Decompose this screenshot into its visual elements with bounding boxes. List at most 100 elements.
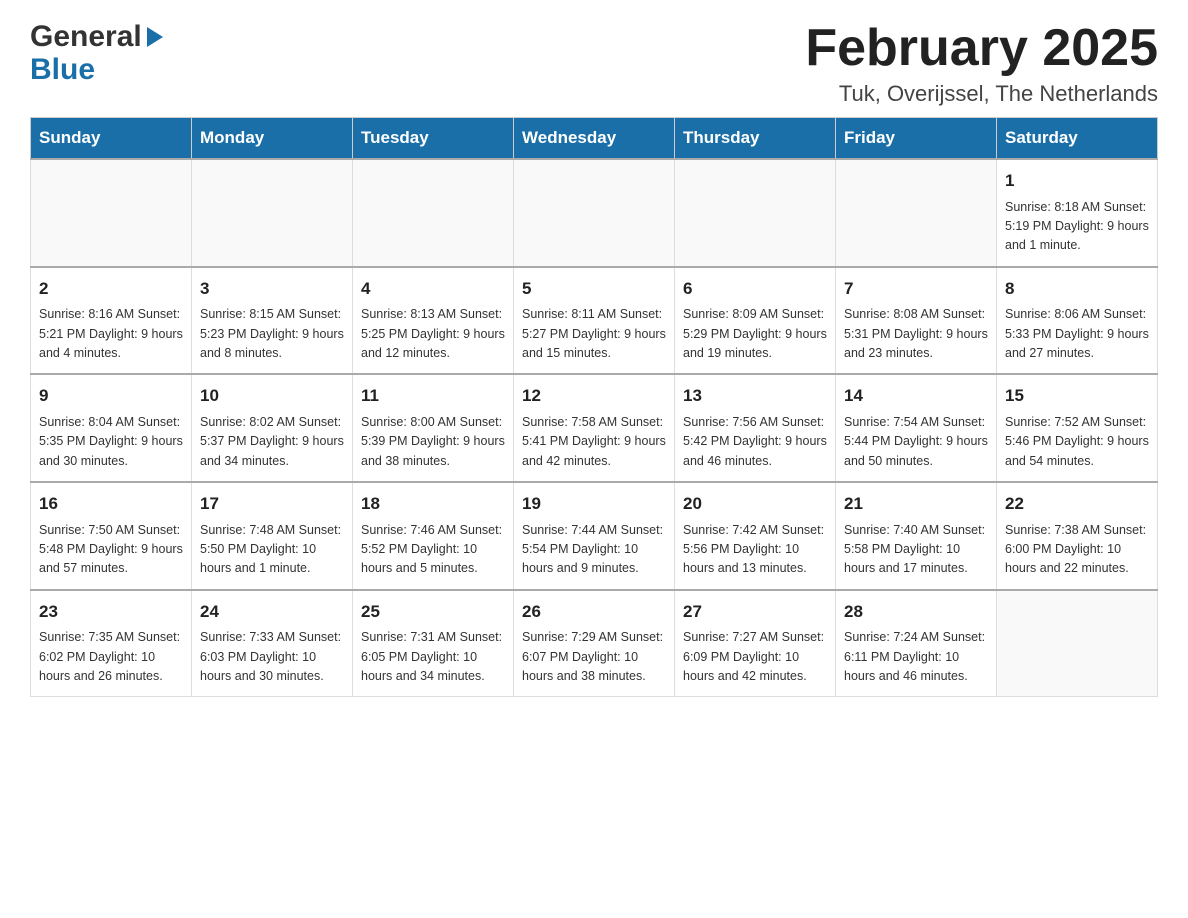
day-info: Sunrise: 8:00 AM Sunset: 5:39 PM Dayligh… (361, 413, 505, 471)
day-number: 25 (361, 599, 505, 625)
calendar-cell: 10 Sunrise: 8:02 AM Sunset: 5:37 PM Dayli… (192, 374, 353, 482)
column-header-tuesday: Tuesday (353, 118, 514, 160)
day-info: Sunrise: 8:15 AM Sunset: 5:23 PM Dayligh… (200, 305, 344, 363)
calendar-cell: 21 Sunrise: 7:40 AM Sunset: 5:58 PM Dayli… (836, 482, 997, 590)
day-info: Sunrise: 7:24 AM Sunset: 6:11 PM Dayligh… (844, 628, 988, 686)
calendar-cell: 3 Sunrise: 8:15 AM Sunset: 5:23 PM Daylig… (192, 267, 353, 375)
page-header: General Blue February 2025 Tuk, Overijss… (30, 20, 1158, 107)
day-number: 3 (200, 276, 344, 302)
day-number: 8 (1005, 276, 1149, 302)
calendar-week-row: 1Sunrise: 8:18 AM Sunset: 5:19 PM Daylig… (31, 159, 1158, 267)
subtitle: Tuk, Overijssel, The Netherlands (805, 81, 1158, 107)
logo: General Blue (30, 20, 163, 86)
calendar-cell: 25 Sunrise: 7:31 AM Sunset: 6:05 PM Dayli… (353, 590, 514, 697)
day-number: 16 (39, 491, 183, 517)
calendar-header-row: SundayMondayTuesdayWednesdayThursdayFrid… (31, 118, 1158, 160)
day-number: 24 (200, 599, 344, 625)
calendar-cell: 11 Sunrise: 8:00 AM Sunset: 5:39 PM Dayli… (353, 374, 514, 482)
day-info: Sunrise: 7:35 AM Sunset: 6:02 PM Dayligh… (39, 628, 183, 686)
day-info: Sunrise: 7:29 AM Sunset: 6:07 PM Dayligh… (522, 628, 666, 686)
day-number: 21 (844, 491, 988, 517)
day-number: 23 (39, 599, 183, 625)
calendar-cell: 22 Sunrise: 7:38 AM Sunset: 6:00 PM Dayli… (997, 482, 1158, 590)
day-number: 27 (683, 599, 827, 625)
calendar-cell: 7 Sunrise: 8:08 AM Sunset: 5:31 PM Daylig… (836, 267, 997, 375)
day-number: 26 (522, 599, 666, 625)
day-info: Sunrise: 8:13 AM Sunset: 5:25 PM Dayligh… (361, 305, 505, 363)
day-number: 2 (39, 276, 183, 302)
day-info: Sunrise: 8:09 AM Sunset: 5:29 PM Dayligh… (683, 305, 827, 363)
calendar-cell: 19 Sunrise: 7:44 AM Sunset: 5:54 PM Dayli… (514, 482, 675, 590)
calendar-cell: 1Sunrise: 8:18 AM Sunset: 5:19 PM Daylig… (997, 159, 1158, 267)
day-info: Sunrise: 8:02 AM Sunset: 5:37 PM Dayligh… (200, 413, 344, 471)
calendar-cell: 24Sunrise: 7:33 AM Sunset: 6:03 PM Dayli… (192, 590, 353, 697)
logo-general: General (30, 20, 163, 53)
calendar-cell: 4 Sunrise: 8:13 AM Sunset: 5:25 PM Daylig… (353, 267, 514, 375)
calendar-cell (997, 590, 1158, 697)
column-header-monday: Monday (192, 118, 353, 160)
day-number: 12 (522, 383, 666, 409)
day-number: 20 (683, 491, 827, 517)
day-number: 19 (522, 491, 666, 517)
calendar-cell: 15Sunrise: 7:52 AM Sunset: 5:46 PM Dayli… (997, 374, 1158, 482)
day-info: Sunrise: 7:44 AM Sunset: 5:54 PM Dayligh… (522, 521, 666, 579)
calendar-cell: 6 Sunrise: 8:09 AM Sunset: 5:29 PM Daylig… (675, 267, 836, 375)
calendar-week-row: 9 Sunrise: 8:04 AM Sunset: 5:35 PM Daylig… (31, 374, 1158, 482)
calendar-cell: 12 Sunrise: 7:58 AM Sunset: 5:41 PM Dayli… (514, 374, 675, 482)
day-number: 13 (683, 383, 827, 409)
calendar-cell: 18 Sunrise: 7:46 AM Sunset: 5:52 PM Dayli… (353, 482, 514, 590)
calendar-cell: 20 Sunrise: 7:42 AM Sunset: 5:56 PM Dayli… (675, 482, 836, 590)
day-info: Sunrise: 7:42 AM Sunset: 5:56 PM Dayligh… (683, 521, 827, 579)
day-info: Sunrise: 7:40 AM Sunset: 5:58 PM Dayligh… (844, 521, 988, 579)
calendar-cell (31, 159, 192, 267)
day-info: Sunrise: 8:06 AM Sunset: 5:33 PM Dayligh… (1005, 305, 1149, 363)
column-header-wednesday: Wednesday (514, 118, 675, 160)
calendar-table: SundayMondayTuesdayWednesdayThursdayFrid… (30, 117, 1158, 697)
day-number: 17 (200, 491, 344, 517)
calendar-cell: 28 Sunrise: 7:24 AM Sunset: 6:11 PM Dayli… (836, 590, 997, 697)
day-info: Sunrise: 7:56 AM Sunset: 5:42 PM Dayligh… (683, 413, 827, 471)
column-header-sunday: Sunday (31, 118, 192, 160)
calendar-cell: 9 Sunrise: 8:04 AM Sunset: 5:35 PM Daylig… (31, 374, 192, 482)
day-number: 14 (844, 383, 988, 409)
calendar-cell: 5Sunrise: 8:11 AM Sunset: 5:27 PM Daylig… (514, 267, 675, 375)
day-info: Sunrise: 7:38 AM Sunset: 6:00 PM Dayligh… (1005, 521, 1149, 579)
logo-arrow-icon (147, 27, 163, 47)
main-title: February 2025 (805, 20, 1158, 77)
day-info: Sunrise: 8:04 AM Sunset: 5:35 PM Dayligh… (39, 413, 183, 471)
day-info: Sunrise: 7:52 AM Sunset: 5:46 PM Dayligh… (1005, 413, 1149, 471)
calendar-cell (353, 159, 514, 267)
logo-blue-text: Blue (30, 53, 163, 86)
day-number: 7 (844, 276, 988, 302)
day-number: 4 (361, 276, 505, 302)
calendar-cell: 14Sunrise: 7:54 AM Sunset: 5:44 PM Dayli… (836, 374, 997, 482)
day-number: 5 (522, 276, 666, 302)
day-number: 22 (1005, 491, 1149, 517)
day-number: 9 (39, 383, 183, 409)
day-info: Sunrise: 8:16 AM Sunset: 5:21 PM Dayligh… (39, 305, 183, 363)
day-info: Sunrise: 7:58 AM Sunset: 5:41 PM Dayligh… (522, 413, 666, 471)
day-info: Sunrise: 8:08 AM Sunset: 5:31 PM Dayligh… (844, 305, 988, 363)
day-number: 10 (200, 383, 344, 409)
day-info: Sunrise: 7:50 AM Sunset: 5:48 PM Dayligh… (39, 521, 183, 579)
calendar-cell: 8 Sunrise: 8:06 AM Sunset: 5:33 PM Daylig… (997, 267, 1158, 375)
title-block: February 2025 Tuk, Overijssel, The Nethe… (805, 20, 1158, 107)
column-header-friday: Friday (836, 118, 997, 160)
day-number: 11 (361, 383, 505, 409)
day-info: Sunrise: 7:48 AM Sunset: 5:50 PM Dayligh… (200, 521, 344, 579)
calendar-cell (675, 159, 836, 267)
day-number: 18 (361, 491, 505, 517)
day-info: Sunrise: 7:46 AM Sunset: 5:52 PM Dayligh… (361, 521, 505, 579)
day-number: 28 (844, 599, 988, 625)
logo-general-text: General (30, 20, 142, 53)
calendar-cell (836, 159, 997, 267)
day-number: 6 (683, 276, 827, 302)
calendar-cell (514, 159, 675, 267)
calendar-cell: 13 Sunrise: 7:56 AM Sunset: 5:42 PM Dayli… (675, 374, 836, 482)
calendar-cell (192, 159, 353, 267)
day-number: 1 (1005, 168, 1149, 194)
calendar-cell: 16 Sunrise: 7:50 AM Sunset: 5:48 PM Dayli… (31, 482, 192, 590)
calendar-cell: 26 Sunrise: 7:29 AM Sunset: 6:07 PM Dayli… (514, 590, 675, 697)
day-info: Sunrise: 7:31 AM Sunset: 6:05 PM Dayligh… (361, 628, 505, 686)
calendar-cell: 23 Sunrise: 7:35 AM Sunset: 6:02 PM Dayli… (31, 590, 192, 697)
